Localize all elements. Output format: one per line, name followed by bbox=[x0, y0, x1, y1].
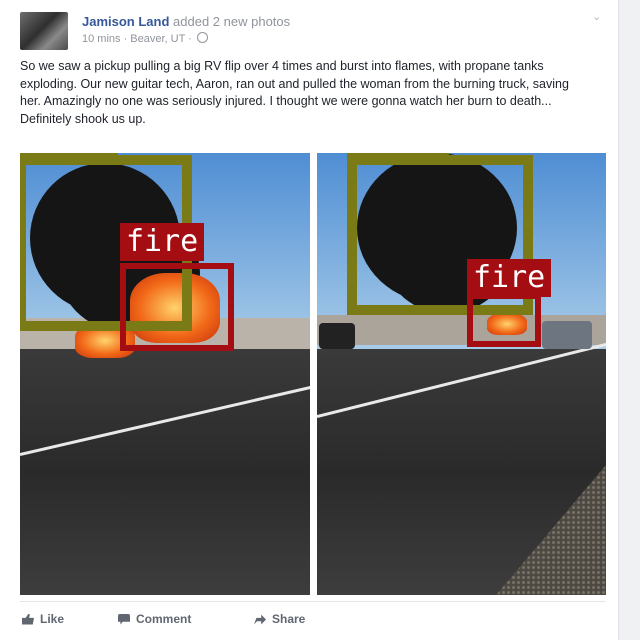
comment-button[interactable]: Comment bbox=[118, 612, 191, 626]
post-meta: 10 mins · Beaver, UT · bbox=[82, 32, 208, 45]
thumbs-up-icon bbox=[22, 613, 34, 625]
like-label: Like bbox=[40, 612, 65, 626]
post-timestamp-location[interactable]: 10 mins · Beaver, UT · bbox=[82, 33, 192, 45]
fire-detection-label: fire bbox=[467, 259, 552, 297]
photo-left[interactable]: smoke fire bbox=[20, 153, 310, 595]
share-button[interactable]: Share bbox=[254, 612, 305, 626]
globe-icon bbox=[196, 32, 208, 43]
post-header: Jamison Land added 2 new photos bbox=[82, 14, 290, 29]
comment-bubble-icon bbox=[118, 613, 130, 625]
author-avatar[interactable] bbox=[20, 12, 68, 50]
fire-detection-box bbox=[120, 263, 234, 351]
comment-label: Comment bbox=[136, 612, 192, 626]
photo-grid: smoke fire smoke fire bbox=[20, 153, 606, 595]
car bbox=[542, 321, 592, 349]
post-action-bar: Like Comment Share bbox=[20, 608, 606, 632]
author-name-link[interactable]: Jamison Land bbox=[82, 14, 169, 29]
smoke-detection-label: smoke bbox=[20, 153, 119, 155]
page-right-edge bbox=[618, 0, 640, 640]
chevron-down-icon[interactable]: ⌄ bbox=[592, 12, 602, 23]
like-button[interactable]: Like bbox=[22, 612, 64, 626]
action-bar-divider bbox=[20, 601, 606, 602]
car bbox=[319, 323, 355, 349]
highway-road bbox=[20, 349, 310, 595]
share-arrow-icon bbox=[254, 614, 266, 625]
post-action-text: added 2 new photos bbox=[173, 14, 291, 29]
photo-right[interactable]: smoke fire bbox=[317, 153, 606, 595]
smoke-detection-label: smoke bbox=[347, 153, 450, 155]
fire-detection-label: fire bbox=[120, 223, 205, 261]
fire-detection-box bbox=[467, 293, 541, 347]
share-label: Share bbox=[272, 612, 306, 626]
post-text: So we saw a pickup pulling a big RV flip… bbox=[20, 59, 569, 126]
facebook-post-card: Jamison Land added 2 new photos 10 mins … bbox=[0, 0, 618, 640]
